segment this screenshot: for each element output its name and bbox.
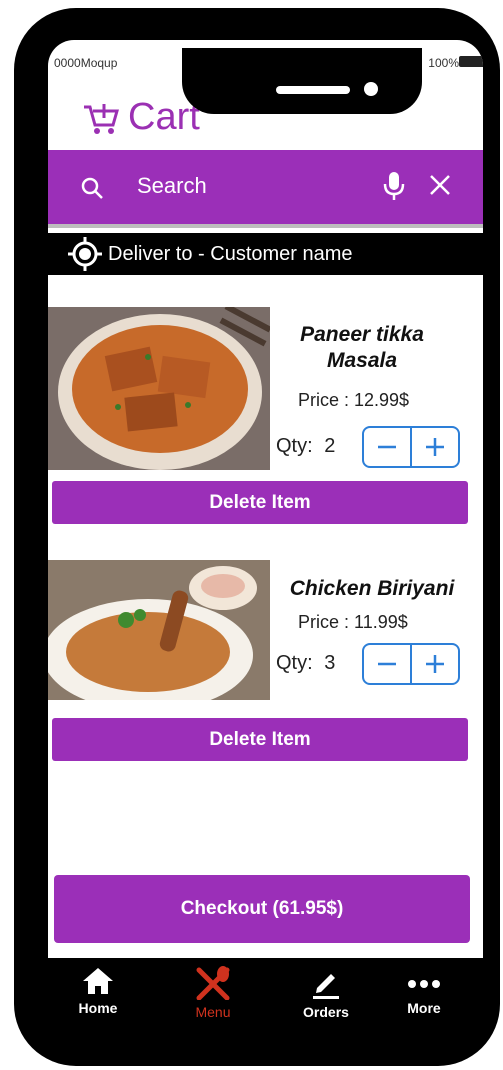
close-icon[interactable] (429, 174, 451, 196)
increment-button[interactable] (412, 645, 458, 683)
chicken-biriyani-image (48, 560, 270, 700)
speaker-grill (276, 86, 350, 94)
decrement-button[interactable] (364, 428, 412, 466)
search-bar[interactable]: Search (48, 150, 483, 224)
phone-notch (182, 48, 422, 114)
delete-item-button[interactable]: Delete Item (52, 718, 468, 761)
qty-label: Qty: 3 (276, 652, 335, 675)
item-name: Paneer tikka Masala (282, 322, 442, 374)
nav-orders-label: Orders (303, 1004, 349, 1020)
nav-home-label: Home (78, 1000, 118, 1016)
item-price: Price : 12.99$ (298, 390, 410, 410)
delivery-label: Deliver to - Customer name (108, 242, 353, 265)
nav-orders[interactable]: Orders (286, 966, 366, 1020)
qty-label-text: Qty: (276, 652, 313, 674)
nav-menu-label: Menu (195, 1004, 231, 1020)
location-target-icon (68, 237, 102, 271)
nav-more-label: More (407, 1000, 441, 1016)
item-name: Chicken Biriyani (280, 577, 464, 601)
utensils-icon (196, 966, 230, 1000)
cart-add-icon (84, 103, 119, 134)
camera-icon (364, 82, 378, 96)
qty-value: 3 (324, 652, 336, 674)
minus-icon (378, 662, 396, 666)
carrier-text: 0000Moqup (54, 56, 118, 70)
home-icon (83, 968, 113, 994)
paneer-tikka-image (48, 307, 270, 470)
more-dots-icon (408, 980, 440, 988)
phone-side-button (14, 320, 24, 392)
search-icon[interactable] (80, 176, 104, 200)
item-name-line: Chicken Biriyani (289, 577, 455, 600)
page-title: Cart (82, 96, 200, 139)
bottom-navigation: Home Menu Orders More (48, 958, 483, 1038)
item-price: Price : 11.99$ (298, 612, 408, 632)
delivery-bar[interactable]: Deliver to - Customer name (48, 230, 483, 278)
app-screen: 0000Moqup 100% Cart Search Deliver to - … (48, 40, 483, 958)
item-name-line: Paneer tikka (300, 323, 424, 346)
delete-item-button[interactable]: Delete Item (52, 481, 468, 524)
quantity-stepper[interactable] (362, 643, 460, 685)
search-input[interactable]: Search (137, 173, 207, 199)
pencil-icon (313, 974, 339, 999)
plus-icon (426, 438, 444, 456)
qty-value: 2 (324, 435, 336, 457)
decrement-button[interactable] (364, 645, 412, 683)
qty-label: Qty: 2 (276, 435, 335, 458)
nav-more[interactable]: More (384, 966, 464, 1016)
item-name-line: Masala (326, 349, 398, 372)
phone-side-button (14, 228, 24, 300)
quantity-stepper[interactable] (362, 426, 460, 468)
phone-side-button (14, 150, 24, 188)
minus-icon (378, 445, 396, 449)
checkout-button[interactable]: Checkout (61.95$) (54, 875, 470, 943)
battery-icon (459, 56, 483, 67)
nav-menu[interactable]: Menu (173, 966, 253, 1020)
increment-button[interactable] (412, 428, 458, 466)
battery-text: 100% (428, 56, 459, 70)
plus-icon (426, 655, 444, 673)
qty-label-text: Qty: (276, 435, 313, 457)
microphone-icon[interactable] (382, 170, 406, 202)
nav-home[interactable]: Home (58, 966, 138, 1016)
